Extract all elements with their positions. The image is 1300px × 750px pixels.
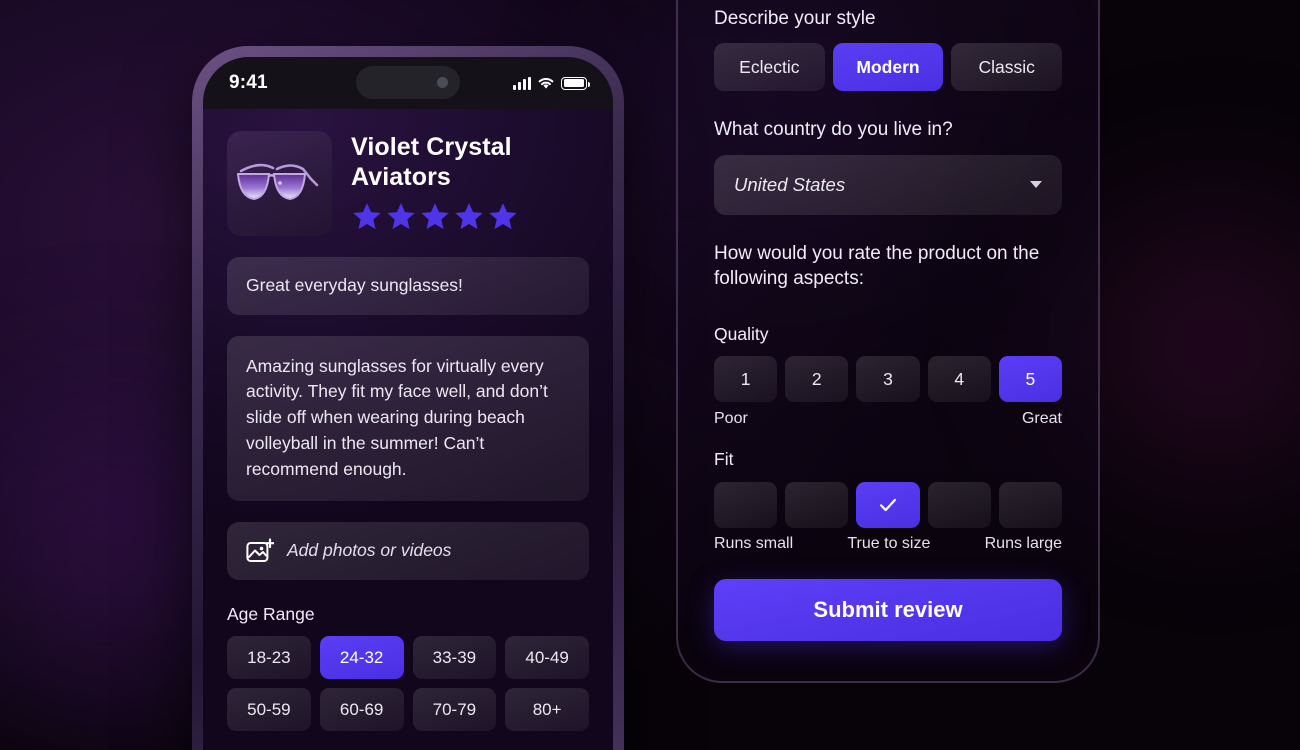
- quality-scale-low: Poor: [714, 410, 748, 428]
- age-option-70-79[interactable]: 70-79: [412, 688, 497, 732]
- product-header: Violet Crystal Aviators: [227, 131, 589, 236]
- dynamic-island: [356, 66, 460, 99]
- signal-bars-icon: [513, 76, 531, 90]
- review-title-input[interactable]: Great everyday sunglasses!: [227, 257, 589, 315]
- fit-option-2[interactable]: [785, 481, 849, 528]
- battery-icon: [561, 76, 591, 90]
- sunglasses-thumbnail: [227, 131, 332, 236]
- star-rating: [351, 201, 589, 232]
- age-range-label: Age Range: [227, 604, 315, 625]
- quality-option-4[interactable]: 4: [927, 356, 991, 403]
- style-option-modern[interactable]: Modern: [832, 43, 944, 92]
- add-image-icon: [246, 538, 274, 563]
- product-title: Violet Crystal Aviators: [351, 133, 512, 191]
- country-question: What country do you live in?: [714, 119, 953, 141]
- fit-option-5[interactable]: [998, 481, 1062, 528]
- wifi-icon: [538, 78, 554, 89]
- star-icon: [353, 203, 381, 230]
- country-value: United States: [734, 173, 846, 195]
- product-info: Violet Crystal Aviators: [351, 131, 589, 232]
- quality-option-3[interactable]: 3: [856, 356, 920, 403]
- star-icon: [421, 203, 449, 230]
- fit-option-1[interactable]: [714, 481, 778, 528]
- age-range-group: 18-23 24-32 33-39 40-49 50-59 60-69 70-7…: [227, 636, 589, 732]
- age-option-60-69[interactable]: 60-69: [319, 688, 404, 732]
- quality-label: Quality: [714, 324, 769, 345]
- fit-label: Fit: [714, 449, 734, 470]
- quality-option-5[interactable]: 5: [998, 356, 1062, 403]
- country-select[interactable]: United States: [714, 154, 1062, 215]
- style-option-classic[interactable]: Classic: [951, 43, 1062, 92]
- add-photos-button[interactable]: Add photos or videos: [227, 522, 589, 581]
- aspects-question: How would you rate the product on the fo…: [714, 242, 1040, 289]
- review-body-input[interactable]: Amazing sunglasses for virtually every a…: [227, 335, 589, 502]
- status-bar: 9:41: [203, 57, 613, 109]
- fit-option-3[interactable]: [856, 481, 920, 528]
- survey-panel: Describe your style Eclectic Modern Clas…: [676, 0, 1100, 683]
- quality-option-2[interactable]: 2: [785, 356, 849, 403]
- fit-rating-group: [714, 481, 1062, 528]
- fit-option-4[interactable]: [927, 481, 991, 528]
- chevron-down-icon: [1030, 181, 1042, 189]
- style-question: Describe your style: [714, 8, 876, 29]
- age-option-18-23[interactable]: 18-23: [227, 636, 311, 680]
- fit-label-blank-4: [930, 535, 984, 553]
- fit-scale-labels: Runs small True to size Runs large: [714, 535, 1062, 553]
- style-option-eclectic[interactable]: Eclectic: [714, 43, 825, 92]
- fit-label-runs-large: Runs large: [984, 534, 1062, 552]
- submit-review-button[interactable]: Submit review: [714, 578, 1062, 641]
- age-option-50-59[interactable]: 50-59: [227, 688, 311, 732]
- quality-rating-group: 1 2 3 4 5: [714, 356, 1062, 403]
- quality-option-1[interactable]: 1: [714, 356, 778, 403]
- camera-dot-icon: [437, 77, 448, 88]
- style-options-group: Eclectic Modern Classic: [714, 43, 1062, 92]
- age-option-33-39[interactable]: 33-39: [412, 636, 497, 680]
- star-icon: [489, 203, 517, 230]
- add-photos-label: Add photos or videos: [287, 540, 452, 561]
- quality-scale-high: Great: [1021, 410, 1062, 428]
- age-option-80-plus[interactable]: 80+: [505, 688, 589, 732]
- review-form: Violet Crystal Aviators Great everyday s…: [203, 109, 613, 732]
- quality-scale-labels: Poor Great: [714, 410, 1062, 428]
- star-icon: [387, 203, 415, 230]
- fit-label-true-to-size: True to size: [847, 534, 931, 552]
- age-option-40-49[interactable]: 40-49: [505, 636, 589, 680]
- phone-mockup: 9:41 Violet Crystal Aviators Great every…: [192, 46, 624, 750]
- star-icon: [455, 203, 483, 230]
- status-icons: [513, 76, 591, 90]
- fit-label-runs-small: Runs small: [714, 534, 794, 552]
- check-icon: [880, 498, 896, 511]
- status-time: 9:41: [229, 72, 268, 93]
- phone-screen: 9:41 Violet Crystal Aviators Great every…: [203, 57, 613, 750]
- fit-label-blank-2: [793, 535, 847, 553]
- age-option-24-32[interactable]: 24-32: [319, 636, 404, 680]
